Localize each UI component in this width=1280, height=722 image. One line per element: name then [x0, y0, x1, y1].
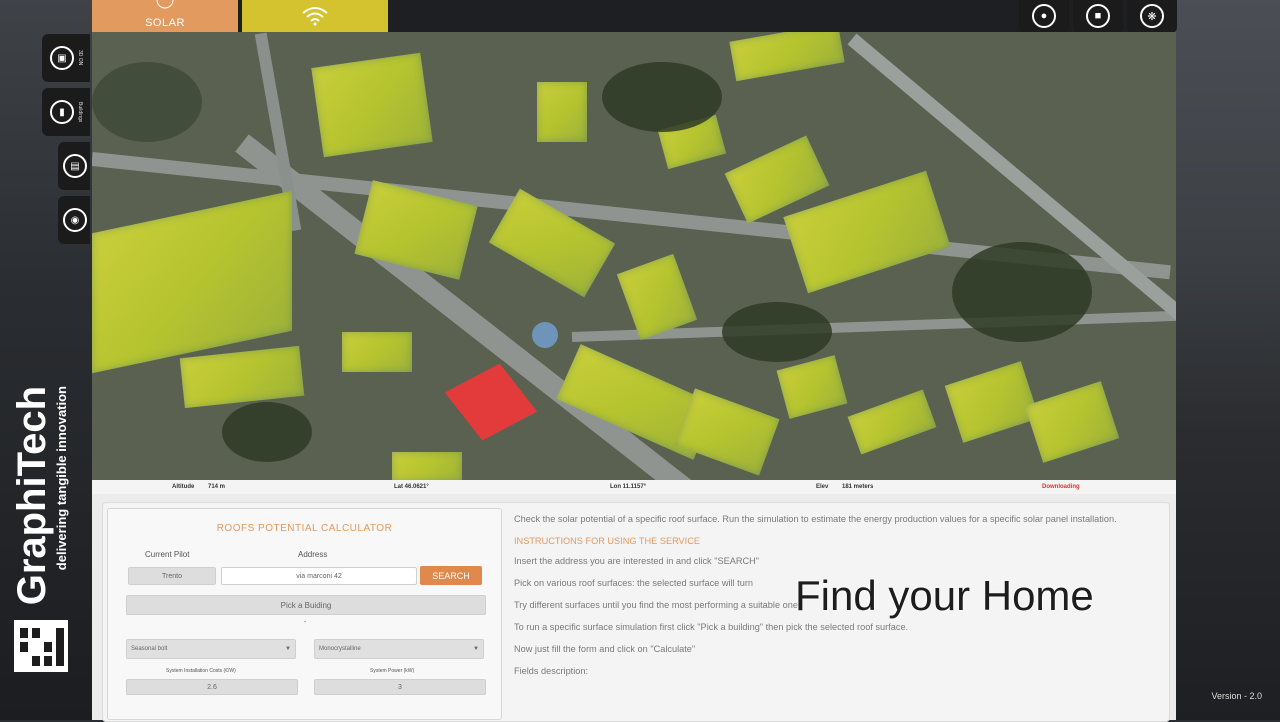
lock-button[interactable]: ■ [1073, 0, 1123, 32]
panel-type-value: Monocrystalline [319, 646, 361, 652]
separator-dash: - [304, 619, 307, 626]
altitude-label: Altitude [172, 484, 195, 490]
map-3d-view[interactable] [92, 32, 1176, 480]
install-cost-input[interactable]: 2.6 [126, 679, 298, 695]
overlay-title: Find your Home [795, 572, 1094, 619]
tab-solar[interactable]: SOLAR [92, 0, 238, 32]
instruction-line: Fields description: [514, 666, 589, 676]
logo-tagline: delivering tangible innovation [54, 386, 69, 571]
longitude-value: Lon 11.1157° [610, 484, 647, 490]
version-label: Version - 2.0 [1211, 691, 1262, 701]
dropdown-arrow-icon: ▼ [473, 646, 479, 652]
background-right [1175, 0, 1280, 720]
address-input[interactable]: via marconi 42 [221, 567, 417, 585]
instruction-line: Insert the address you are interested in… [514, 556, 760, 566]
user-icon: ● [1032, 4, 1056, 28]
location-pin-icon: ◉ [63, 208, 87, 232]
location-marker [532, 322, 558, 348]
calculator-title: ROOFS POTENTIAL CALCULATOR [216, 523, 393, 534]
layers-button[interactable]: ▤ [58, 142, 90, 190]
tilt-select-value: Seasonal bolt [131, 646, 168, 652]
system-power-input[interactable]: 3 [314, 679, 486, 695]
toggle-3d-button[interactable]: ▣ 3D ON [42, 34, 90, 82]
search-button[interactable]: SEARCH [420, 566, 482, 585]
altitude-value: 714 m [208, 484, 226, 490]
pilot-field[interactable]: Trento [128, 567, 216, 585]
tab-wifi[interactable] [242, 0, 388, 32]
tab-solar-label: SOLAR [145, 17, 185, 29]
layers-icon: ▤ [63, 154, 87, 178]
instructions-title: INSTRUCTIONS FOR USING THE SERVICE [514, 536, 700, 546]
sun-icon [156, 0, 174, 9]
tilt-select[interactable]: Seasonal bolt ▼ [126, 639, 296, 659]
lock-icon: ■ [1086, 4, 1110, 28]
elevation-value: 181 meters [842, 484, 874, 490]
settings-button[interactable]: ❋ [1127, 0, 1177, 32]
instruction-line: To run a specific surface simulation fir… [514, 622, 909, 632]
gear-icon: ❋ [1140, 4, 1164, 28]
logo-icon [14, 620, 68, 672]
install-cost-label: System Installation Costs (€/W) [166, 668, 236, 674]
toggle-3d-label: 3D ON [77, 50, 83, 66]
cube-icon: ▣ [50, 46, 74, 70]
current-pilot-label: Current Pilot [145, 550, 190, 559]
latitude-value: Lat 46.0621° [394, 484, 429, 490]
user-button[interactable]: ● [1019, 0, 1069, 32]
map-status-bar: Altitude 714 m Lat 46.0621° Lon 11.1157°… [92, 480, 1176, 494]
buildings-button[interactable]: ▮ Buildings [42, 88, 90, 136]
logo-brand: GraphiTech [10, 386, 54, 606]
address-label: Address [298, 550, 328, 559]
system-power-label: System Power (kW) [370, 668, 415, 674]
location-button[interactable]: ◉ [58, 196, 90, 244]
panel-type-select[interactable]: Monocrystalline ▼ [314, 639, 484, 659]
dropdown-arrow-icon: ▼ [285, 646, 291, 652]
buildings-icon: ▮ [50, 100, 74, 124]
buildings-label: Buildings [77, 101, 83, 123]
elevation-label: Elev [816, 484, 829, 490]
pick-building-button[interactable]: Pick a Buiding [126, 595, 486, 615]
instruction-line: Now just fill the form and click on "Cal… [514, 644, 696, 654]
intro-text: Check the solar potential of a specific … [514, 514, 1117, 524]
wifi-icon [300, 4, 330, 26]
roofs-calculator: ROOFS POTENTIAL CALCULATOR Current Pilot… [107, 508, 502, 720]
download-status: Downloading [1042, 484, 1080, 490]
